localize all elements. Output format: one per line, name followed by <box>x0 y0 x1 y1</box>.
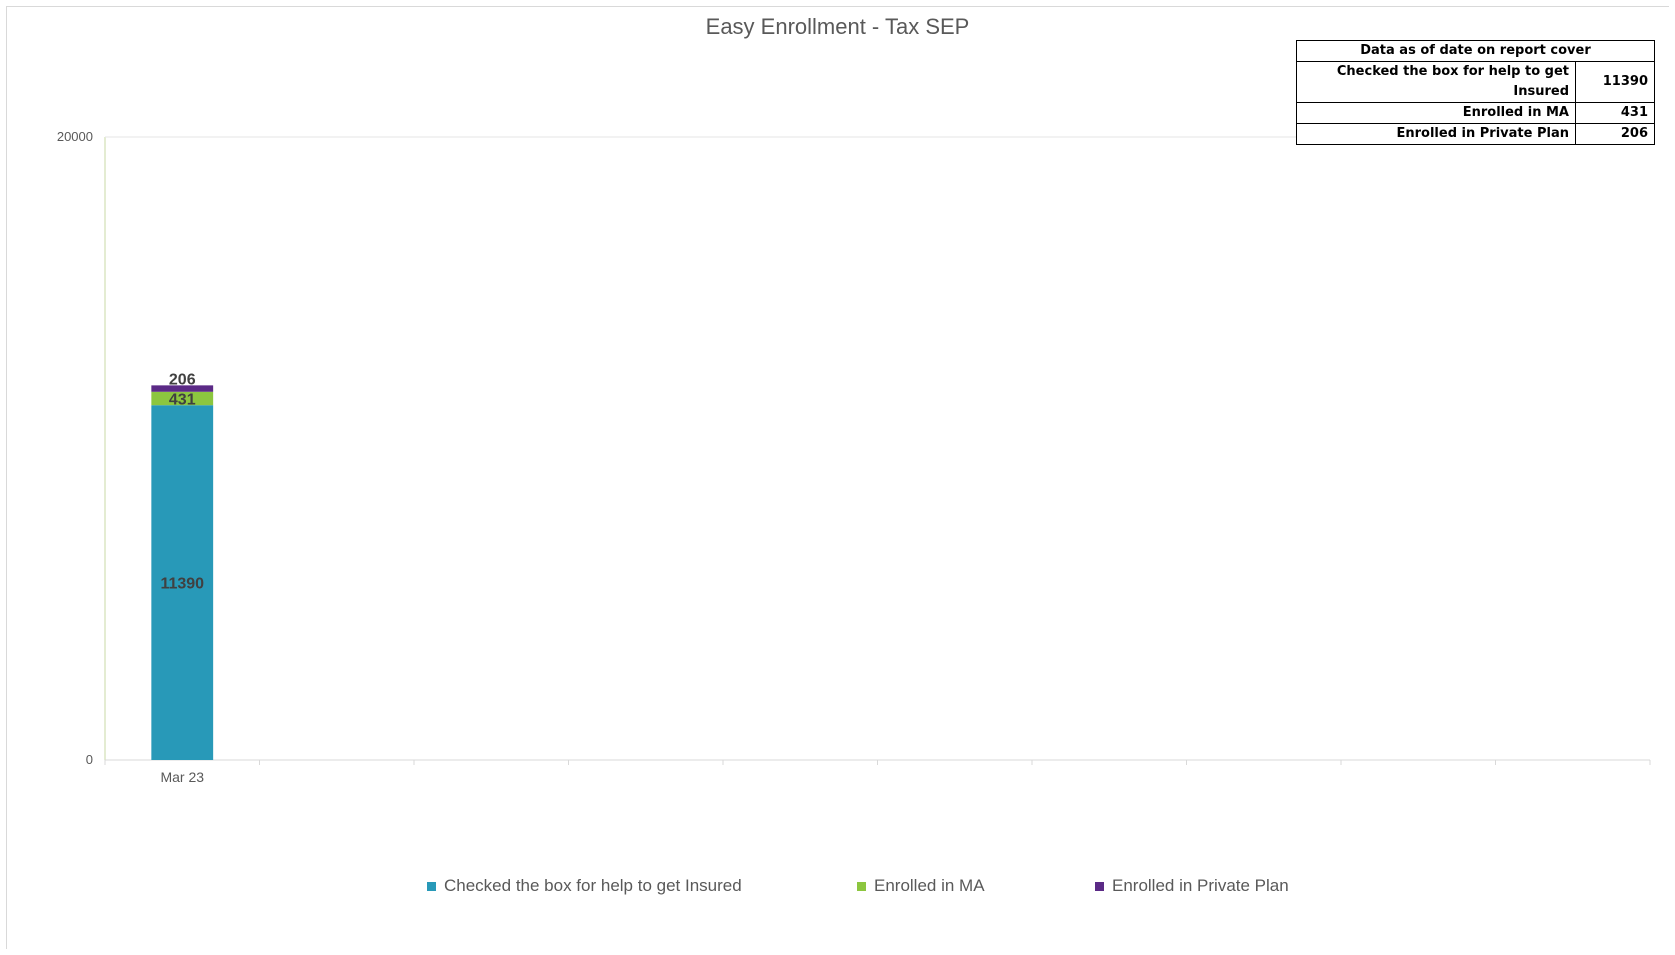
legend-swatch <box>857 881 866 891</box>
legend-item: Enrolled in Private Plan <box>1095 876 1289 896</box>
summary-row-value: 11390 <box>1575 61 1655 103</box>
legend-label: Enrolled in MA <box>874 876 985 895</box>
summary-table-header: Data as of date on report cover <box>1296 40 1655 62</box>
legend-item: Checked the box for help to get Insured <box>427 876 742 896</box>
x-tick-label: Mar 23 <box>160 769 204 785</box>
legend-item: Enrolled in MA <box>857 876 985 896</box>
summary-row-label: Enrolled in Private Plan <box>1296 123 1576 145</box>
summary-table-row: Checked the box for help to get Insured … <box>1296 61 1655 103</box>
summary-row-label: Checked the box for help to get Insured <box>1296 61 1576 103</box>
summary-table-row: Enrolled in Private Plan 206 <box>1296 123 1655 145</box>
summary-table-header-row: Data as of date on report cover <box>1296 40 1655 62</box>
y-tick-label: 20000 <box>57 129 93 144</box>
summary-table: Data as of date on report cover Checked … <box>1296 40 1655 145</box>
legend-swatch <box>427 881 436 891</box>
chart-legend: Checked the box for help to get Insured … <box>0 876 1675 898</box>
y-tick-label: 0 <box>86 752 93 767</box>
data-label: 206 <box>169 371 196 388</box>
legend-label: Enrolled in Private Plan <box>1112 876 1289 895</box>
legend-swatch <box>1095 881 1104 891</box>
data-label: 11390 <box>160 576 204 593</box>
legend-label: Checked the box for help to get Insured <box>444 876 742 895</box>
summary-row-value: 431 <box>1575 102 1655 124</box>
summary-table-row: Enrolled in MA 431 <box>1296 102 1655 124</box>
summary-row-value: 206 <box>1575 123 1655 145</box>
summary-row-label: Enrolled in MA <box>1296 102 1576 124</box>
data-label: 431 <box>169 391 196 408</box>
